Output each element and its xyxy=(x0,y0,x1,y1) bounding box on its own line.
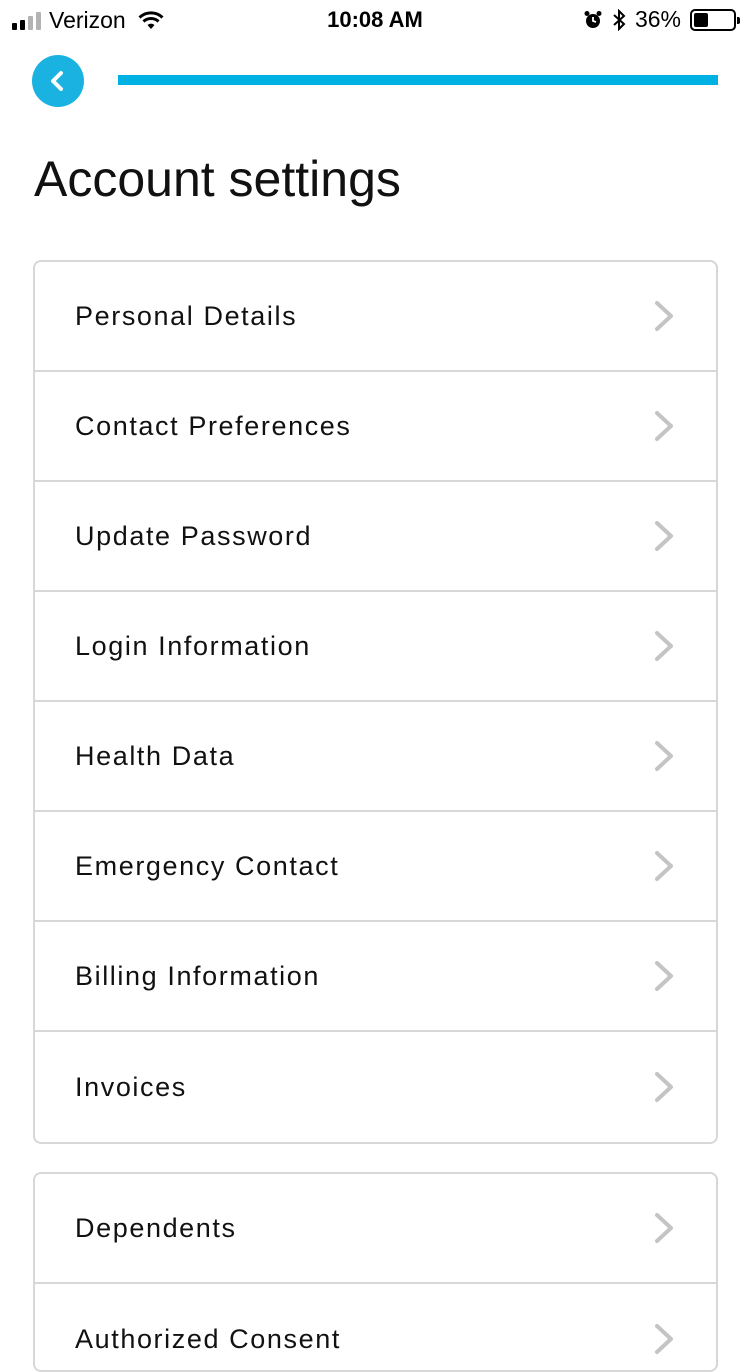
settings-item-billing-information[interactable]: Billing Information xyxy=(35,922,716,1032)
chevron-right-icon xyxy=(655,1324,673,1354)
settings-item-label: Contact Preferences xyxy=(75,410,352,441)
status-bar: Verizon 10:08 AM 36% xyxy=(0,0,750,40)
settings-item-authorized-consent[interactable]: Authorized Consent xyxy=(35,1284,716,1370)
chevron-right-icon xyxy=(655,741,673,771)
settings-group-dependents: Dependents Authorized Consent xyxy=(33,1172,718,1372)
battery-icon xyxy=(690,8,740,31)
settings-item-label: Dependents xyxy=(75,1212,237,1243)
settings-item-emergency-contact[interactable]: Emergency Contact xyxy=(35,812,716,922)
chevron-left-icon xyxy=(51,71,63,91)
settings-item-label: Login Information xyxy=(75,630,311,661)
settings-item-invoices[interactable]: Invoices xyxy=(35,1032,716,1142)
bluetooth-icon xyxy=(613,8,626,31)
settings-item-label: Emergency Contact xyxy=(75,850,340,881)
alarm-icon xyxy=(584,10,602,28)
progress-fill xyxy=(118,75,718,85)
settings-item-label: Update Password xyxy=(75,520,313,551)
settings-item-update-password[interactable]: Update Password xyxy=(35,482,716,592)
settings-item-label: Authorized Consent xyxy=(75,1323,341,1354)
settings-item-health-data[interactable]: Health Data xyxy=(35,702,716,812)
chevron-right-icon xyxy=(655,301,673,331)
settings-item-personal-details[interactable]: Personal Details xyxy=(35,262,716,372)
chevron-right-icon xyxy=(655,1072,673,1102)
back-button[interactable] xyxy=(32,55,84,107)
settings-item-label: Billing Information xyxy=(75,960,321,991)
settings-item-login-information[interactable]: Login Information xyxy=(35,592,716,702)
settings-item-label: Personal Details xyxy=(75,300,298,331)
progress-bar xyxy=(118,75,718,85)
settings-item-dependents[interactable]: Dependents xyxy=(35,1174,716,1284)
settings-item-label: Invoices xyxy=(75,1071,187,1102)
chevron-right-icon xyxy=(655,851,673,881)
settings-group-account: Personal Details Contact Preferences Upd… xyxy=(33,260,718,1144)
header xyxy=(0,40,750,130)
chevron-right-icon xyxy=(655,521,673,551)
status-right: 36% xyxy=(583,6,740,33)
chevron-right-icon xyxy=(655,631,673,661)
settings-item-contact-preferences[interactable]: Contact Preferences xyxy=(35,372,716,482)
battery-percent: 36% xyxy=(634,6,681,32)
chevron-right-icon xyxy=(655,411,673,441)
chevron-right-icon xyxy=(655,961,673,991)
chevron-right-icon xyxy=(655,1213,673,1243)
battery-level xyxy=(694,12,708,27)
page-title: Account settings xyxy=(34,151,401,207)
settings-item-label: Health Data xyxy=(75,740,236,771)
